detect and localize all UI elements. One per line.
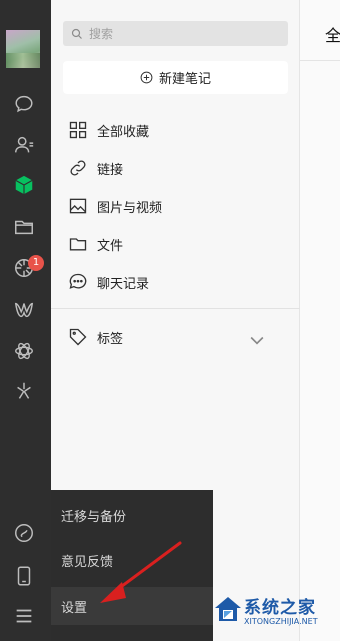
- search-input[interactable]: [89, 26, 269, 41]
- header-divider: [300, 60, 340, 61]
- nav-item-label: 链接: [97, 162, 124, 178]
- watermark-url: XITONGZHIJIA.NET: [244, 617, 318, 626]
- menu-item-migrate-backup[interactable]: 迁移与备份: [51, 496, 213, 534]
- mini-app-icon[interactable]: [11, 520, 37, 546]
- nav-item-images-videos[interactable]: 图片与视频: [68, 193, 288, 219]
- page-title: 全: [325, 26, 340, 45]
- phone-icon[interactable]: [11, 563, 37, 589]
- tag-icon: [69, 328, 87, 346]
- chat-icon[interactable]: [11, 91, 37, 117]
- nav-item-label: 图片与视频: [97, 200, 163, 216]
- main-content-area: 全: [300, 0, 340, 641]
- chat-icon: [69, 273, 87, 289]
- nav-item-all-favorites[interactable]: 全部收藏: [68, 117, 288, 143]
- red-arrow-annotation: [100, 541, 182, 603]
- nav-item-files[interactable]: 文件: [68, 231, 288, 257]
- menu-icon[interactable]: [11, 603, 37, 629]
- search-box[interactable]: [63, 21, 288, 46]
- grid-icon: [69, 121, 87, 139]
- watermark-logo: 系统之家 XITONGZHIJIA.NET: [212, 590, 340, 641]
- watermark-title: 系统之家: [244, 598, 316, 618]
- contacts-icon[interactable]: [11, 132, 37, 158]
- plus-circle-icon: [140, 71, 153, 84]
- link-icon: [70, 160, 86, 176]
- search-icon: [71, 28, 82, 39]
- mini-program-icon[interactable]: [11, 338, 37, 364]
- menu-item-label: 设置: [61, 600, 88, 616]
- house-logo-icon: [215, 597, 241, 621]
- search-spark-icon[interactable]: [11, 378, 37, 404]
- nav-item-label: 全部收藏: [97, 124, 150, 140]
- folder-icon[interactable]: [11, 214, 37, 240]
- favorites-cube-icon[interactable]: [11, 172, 37, 198]
- new-note-button[interactable]: 新建笔记: [63, 61, 288, 94]
- channels-icon[interactable]: [11, 297, 37, 323]
- nav-item-label: 聊天记录: [97, 276, 150, 292]
- left-navigation-rail: 1: [0, 0, 51, 641]
- avatar[interactable]: [6, 30, 40, 68]
- new-note-label: 新建笔记: [158, 72, 211, 87]
- menu-item-label: 迁移与备份: [61, 509, 127, 525]
- unread-badge: 1: [28, 255, 44, 271]
- nav-item-chat-history[interactable]: 聊天记录: [68, 269, 288, 295]
- nav-item-label: 标签: [97, 331, 124, 347]
- nav-item-label: 文件: [97, 238, 124, 254]
- folder-icon: [69, 238, 87, 251]
- image-icon: [69, 198, 87, 214]
- nav-item-links[interactable]: 链接: [68, 155, 288, 181]
- divider: [51, 308, 300, 309]
- chevron-down-icon[interactable]: [247, 330, 267, 350]
- nav-item-tags[interactable]: 标签: [68, 324, 288, 350]
